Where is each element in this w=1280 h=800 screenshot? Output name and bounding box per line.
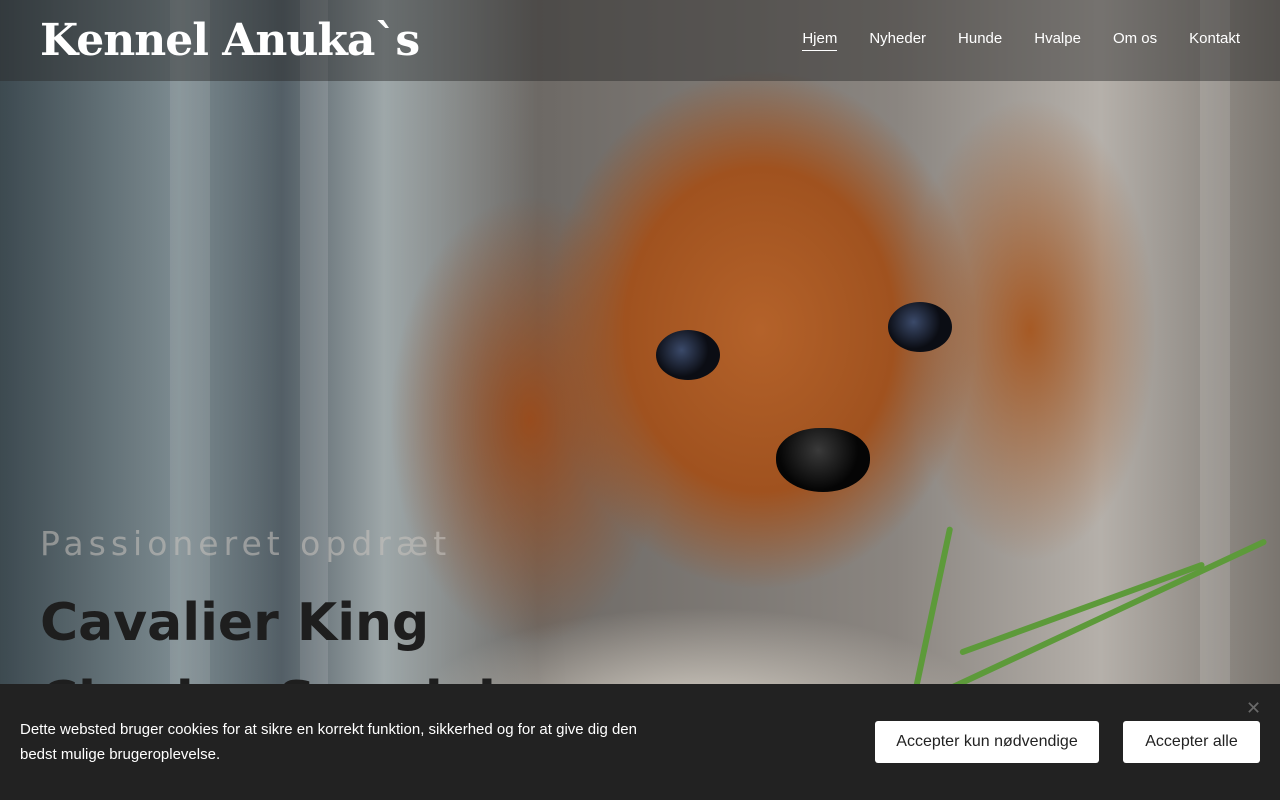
nav-item-om-os[interactable]: Om os (1113, 30, 1157, 51)
nav-item-hjem[interactable]: Hjem (802, 30, 838, 51)
accept-all-button[interactable]: Accepter alle (1123, 721, 1260, 763)
site-header: Kennel Anuka`s Hjem Nyheder Hunde Hvalpe… (0, 0, 1280, 81)
accept-necessary-button[interactable]: Accepter kun nødvendige (875, 721, 1099, 763)
main-nav: Hjem Nyheder Hunde Hvalpe Om os Kontakt (770, 30, 1240, 51)
site-logo[interactable]: Kennel Anuka`s (40, 15, 420, 66)
cookie-message: Dette websted bruger cookies for at sikr… (20, 721, 637, 763)
hero-tagline: Passioneret opdræt (40, 524, 452, 563)
nav-item-hvalpe[interactable]: Hvalpe (1034, 30, 1081, 51)
close-icon[interactable]: ✕ (1246, 698, 1261, 719)
nav-item-nyheder[interactable]: Nyheder (869, 30, 926, 51)
nav-item-kontakt[interactable]: Kontakt (1189, 30, 1240, 51)
cookie-banner: Dette websted bruger cookies for at sikr… (0, 684, 1280, 800)
nav-item-hunde[interactable]: Hunde (958, 30, 1002, 51)
